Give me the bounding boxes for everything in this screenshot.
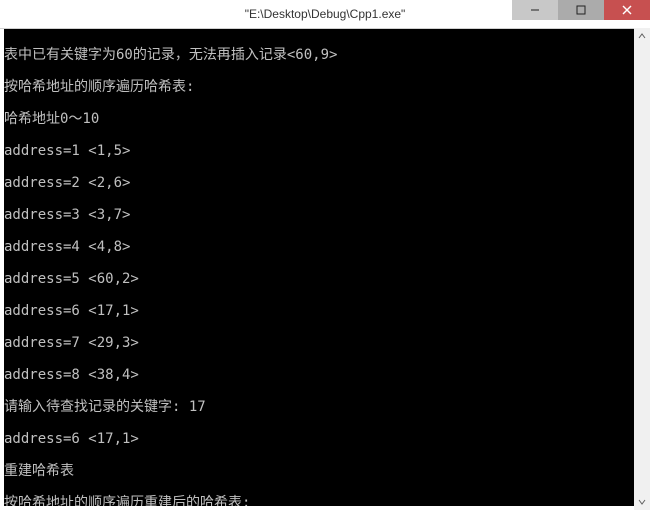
output-line: address=3 <3,7> xyxy=(4,207,646,223)
output-line: 哈希地址0～10 xyxy=(4,111,646,127)
window-title: "E:\Desktop\Debug\Cpp1.exe" xyxy=(245,7,406,21)
output-line: address=1 <1,5> xyxy=(4,143,646,159)
output-line: 表中已有关键字为60的记录，无法再插入记录<60,9> xyxy=(4,47,646,63)
maximize-icon xyxy=(576,5,586,15)
maximize-button[interactable] xyxy=(558,0,604,20)
output-line: address=6 <17,1> xyxy=(4,303,646,319)
output-line: address=7 <29,3> xyxy=(4,335,646,351)
scroll-down-button[interactable] xyxy=(634,494,650,510)
scroll-up-button[interactable] xyxy=(634,28,650,44)
output-line: address=6 <17,1> xyxy=(4,431,646,447)
vertical-scrollbar[interactable] xyxy=(634,28,650,510)
output-line: address=4 <4,8> xyxy=(4,239,646,255)
chevron-up-icon xyxy=(638,32,646,40)
app-window: "E:\Desktop\Debug\Cpp1.exe" 表中已有关键字为60的记… xyxy=(0,0,650,510)
prompt-text: 请输入待查找记录的关键字: xyxy=(4,399,189,415)
window-controls xyxy=(512,0,650,20)
close-button[interactable] xyxy=(604,0,650,20)
output-line: 请输入待查找记录的关键字: 17 xyxy=(4,399,646,415)
user-input: 17 xyxy=(189,399,206,415)
console-output[interactable]: 表中已有关键字为60的记录，无法再插入记录<60,9> 按哈希地址的顺序遍历哈希… xyxy=(0,29,650,510)
output-line: address=8 <38,4> xyxy=(4,367,646,383)
chevron-down-icon xyxy=(638,498,646,506)
minimize-button[interactable] xyxy=(512,0,558,20)
output-line: 按哈希地址的顺序遍历哈希表: xyxy=(4,79,646,95)
output-line: address=5 <60,2> xyxy=(4,271,646,287)
minimize-icon xyxy=(530,5,540,15)
output-line: 按哈希地址的顺序遍历重建后的哈希表: xyxy=(4,495,646,510)
close-icon xyxy=(622,5,632,15)
output-line: 重建哈希表 xyxy=(4,463,646,479)
title-bar[interactable]: "E:\Desktop\Debug\Cpp1.exe" xyxy=(0,0,650,29)
scroll-track[interactable] xyxy=(634,44,650,494)
output-line: address=2 <2,6> xyxy=(4,175,646,191)
